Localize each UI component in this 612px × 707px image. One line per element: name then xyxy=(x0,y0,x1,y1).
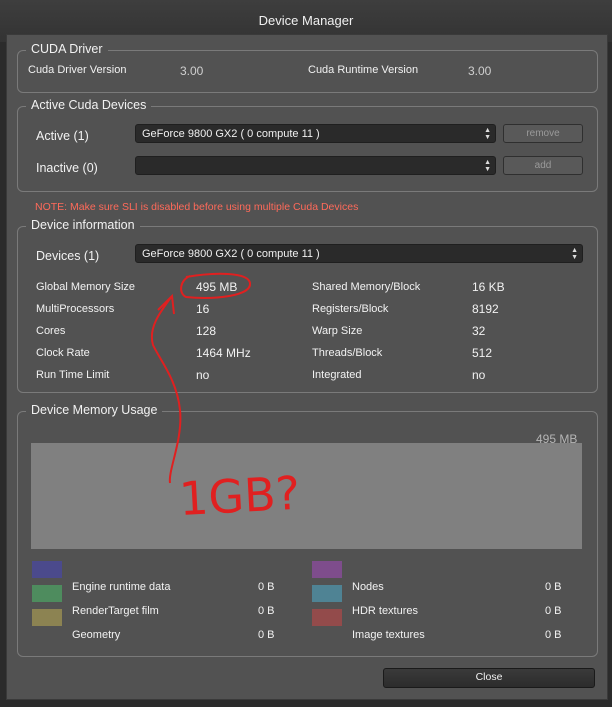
device-info-group: Device information Devices (1) GeForce 9… xyxy=(17,218,598,393)
legend-value: 0 B xyxy=(258,629,275,641)
info-value: 16 KB xyxy=(472,280,505,294)
info-value: no xyxy=(472,368,486,382)
legend-label: HDR textures xyxy=(352,605,419,617)
runtime-version-value: 3.00 xyxy=(468,64,492,78)
info-value: 512 xyxy=(472,346,493,360)
close-button[interactable]: Close xyxy=(383,668,595,688)
info-value: 16 xyxy=(196,302,210,316)
info-label: Run Time Limit xyxy=(36,369,110,381)
legend-swatch xyxy=(32,561,62,578)
legend-swatch xyxy=(32,585,62,602)
memory-usage-group: Device Memory Usage 495 MB Engine runtim… xyxy=(17,403,598,657)
driver-version-value: 3.00 xyxy=(180,64,204,78)
legend-swatch xyxy=(312,609,342,626)
info-label: Global Memory Size xyxy=(36,281,136,293)
select-arrows-icon: ▲ ▼ xyxy=(484,159,491,173)
cuda-driver-group: CUDA Driver Cuda Driver Version 3.00 Cud… xyxy=(17,42,598,93)
info-label: Cores xyxy=(36,325,66,337)
legend-value: 0 B xyxy=(545,629,562,641)
info-value: no xyxy=(196,368,210,382)
select-arrows-icon: ▲ ▼ xyxy=(484,127,491,141)
devices-label: Devices (1) xyxy=(36,249,100,263)
legend-label: Engine runtime data xyxy=(72,581,171,593)
legend-label: Geometry xyxy=(72,629,121,641)
active-label: Active (1) xyxy=(36,129,89,143)
device-manager-dialog: CUDA Driver Cuda Driver Version 3.00 Cud… xyxy=(6,34,608,700)
legend-value: 0 B xyxy=(545,581,562,593)
legend-value: 0 B xyxy=(258,581,275,593)
active-devices-group: Active Cuda Devices Active (1) GeForce 9… xyxy=(17,98,598,192)
legend-swatch xyxy=(312,585,342,602)
active-device-select[interactable]: GeForce 9800 GX2 ( 0 compute 11 ) ▲ ▼ xyxy=(135,124,496,143)
remove-button[interactable]: remove xyxy=(503,124,583,143)
info-label: Integrated xyxy=(312,369,362,381)
info-value: 1464 MHz xyxy=(196,346,251,360)
legend-swatch xyxy=(312,561,342,578)
info-label: Registers/Block xyxy=(312,303,389,315)
info-value: 32 xyxy=(472,324,486,338)
select-arrows-icon: ▲ ▼ xyxy=(571,247,578,261)
info-value: 495 MB xyxy=(196,280,238,294)
window-title: Device Manager xyxy=(258,13,354,28)
info-label: Warp Size xyxy=(312,325,363,337)
runtime-version-label: Cuda Runtime Version xyxy=(308,64,419,76)
legend-label: Image textures xyxy=(352,629,425,641)
info-label: MultiProcessors xyxy=(36,303,115,315)
memory-usage-bar xyxy=(31,443,582,549)
device-select[interactable]: GeForce 9800 GX2 ( 0 compute 11 ) ▲ ▼ xyxy=(135,244,583,263)
legend-swatch xyxy=(32,609,62,626)
device-info-legend: Device information xyxy=(26,218,140,232)
legend-label: Nodes xyxy=(352,581,384,593)
inactive-device-select[interactable]: ▲ ▼ xyxy=(135,156,496,175)
memory-usage-legend: Device Memory Usage xyxy=(26,403,163,417)
info-value: 8192 xyxy=(472,302,499,316)
driver-version-label: Cuda Driver Version xyxy=(28,64,127,76)
cuda-driver-legend: CUDA Driver xyxy=(26,42,108,56)
device-select-value: GeForce 9800 GX2 ( 0 compute 11 ) xyxy=(142,248,320,260)
active-devices-legend: Active Cuda Devices xyxy=(26,98,152,112)
info-label: Clock Rate xyxy=(36,347,90,359)
active-device-value: GeForce 9800 GX2 ( 0 compute 11 ) xyxy=(142,128,320,140)
legend-value: 0 B xyxy=(258,605,275,617)
legend-label: RenderTarget film xyxy=(72,605,159,617)
inactive-label: Inactive (0) xyxy=(36,161,98,175)
sli-note: NOTE: Make sure SLI is disabled before u… xyxy=(35,201,359,213)
add-button[interactable]: add xyxy=(503,156,583,175)
info-label: Shared Memory/Block xyxy=(312,281,421,293)
info-value: 128 xyxy=(196,324,217,338)
info-label: Threads/Block xyxy=(312,347,383,359)
legend-value: 0 B xyxy=(545,605,562,617)
